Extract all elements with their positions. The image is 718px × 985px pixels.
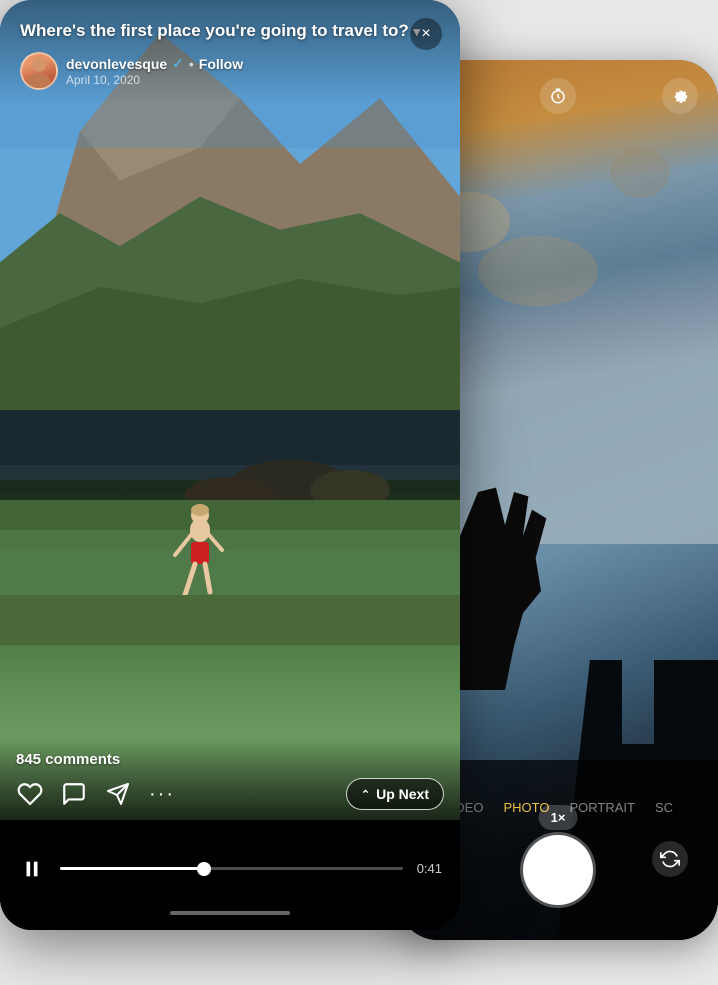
flip-button[interactable]	[652, 841, 688, 877]
post-date: April 10, 2020	[66, 73, 243, 87]
separator: •	[189, 56, 194, 72]
home-bar	[170, 911, 290, 915]
mode-sc[interactable]: SC	[655, 800, 673, 815]
zoom-button[interactable]: 1×	[539, 805, 578, 830]
comments-count: 845 comments	[16, 751, 444, 768]
shutter-button[interactable]	[523, 835, 593, 905]
author-row: devonlevesque ✓ • Follow April 10, 2020	[20, 52, 440, 90]
follow-button[interactable]: Follow	[199, 56, 243, 72]
video-bottom-overlay: 845 comments	[0, 739, 460, 820]
progress-area: 0:41	[0, 820, 460, 930]
mode-portrait[interactable]: PORTRAIT	[569, 800, 635, 815]
close-button[interactable]: ×	[410, 18, 442, 50]
author-info: devonlevesque ✓ • Follow April 10, 2020	[66, 55, 243, 87]
progress-thumb[interactable]	[197, 862, 211, 876]
like-button[interactable]	[16, 780, 44, 808]
progress-fill	[60, 867, 204, 870]
avatar	[20, 52, 58, 90]
time-display: 0:41	[417, 861, 442, 876]
progress-controls: 0:41	[0, 841, 460, 896]
action-row: ··· ⌃ Up Next	[16, 778, 444, 810]
up-next-label: Up Next	[376, 786, 429, 802]
timer-icon[interactable]	[540, 78, 576, 114]
up-next-chevron-icon: ⌃	[361, 788, 370, 801]
author-username: devonlevesque	[66, 56, 167, 72]
instagram-panel: Where's the first place you're going to …	[0, 0, 460, 930]
pause-button[interactable]	[18, 858, 46, 880]
video-area[interactable]: Where's the first place you're going to …	[0, 0, 460, 820]
share-button[interactable]	[104, 780, 132, 808]
home-indicator	[0, 896, 460, 930]
up-next-button[interactable]: ⌃ Up Next	[346, 778, 444, 810]
progress-bar[interactable]	[60, 867, 403, 870]
video-header: Where's the first place you're going to …	[0, 0, 460, 105]
settings-icon[interactable]	[662, 78, 698, 114]
verified-icon: ✓	[172, 55, 184, 72]
more-button[interactable]: ···	[148, 780, 176, 808]
post-title: Where's the first place you're going to …	[20, 20, 440, 42]
comment-button[interactable]	[60, 780, 88, 808]
